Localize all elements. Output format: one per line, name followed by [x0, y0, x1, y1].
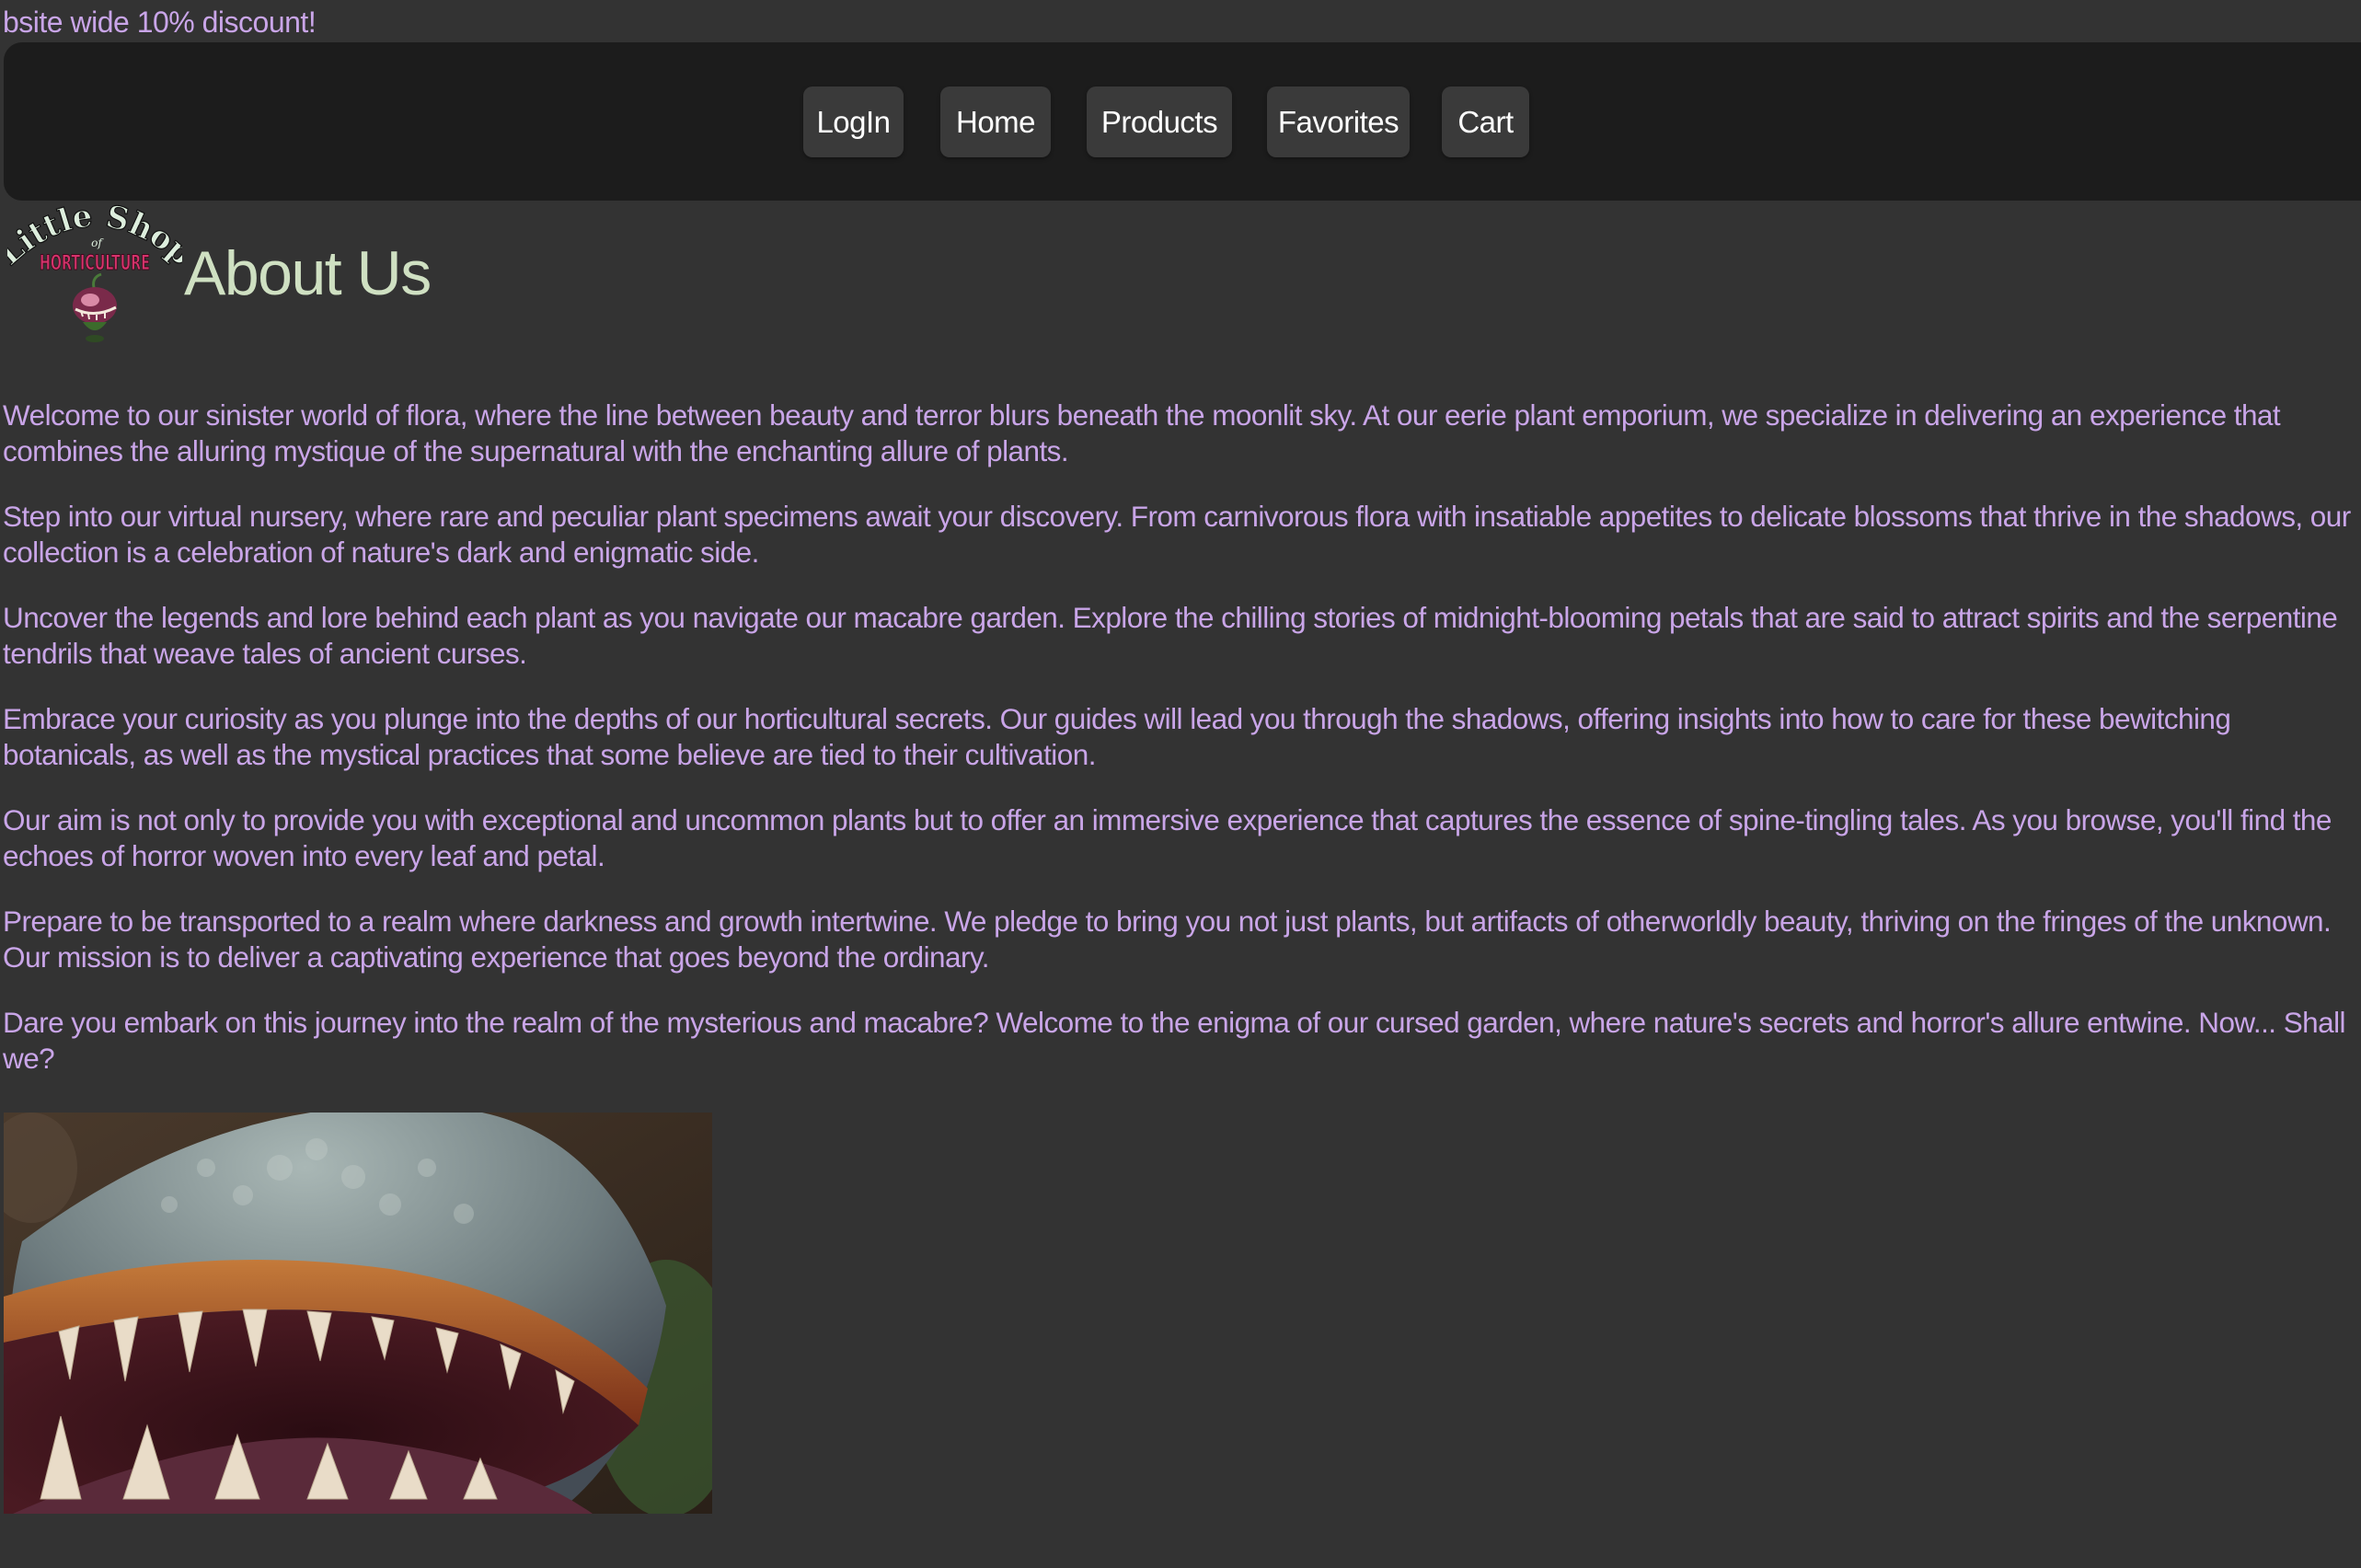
page-title: About Us: [184, 238, 432, 308]
about-paragraph: Uncover the legends and lore behind each…: [3, 601, 2338, 670]
page: bsite wide 10% discount! LogIn Home Prod…: [0, 0, 2361, 1568]
logo-plant-pod-icon: [73, 272, 117, 342]
shop-logo-icon[interactable]: Little Shop of HORTICULTURE: [0, 197, 201, 350]
nav-favorites-button[interactable]: Favorites: [1267, 86, 1410, 157]
about-paragraph: Embrace your curiosity as you plunge int…: [3, 702, 2231, 771]
carnivorous-plant-photo-icon: [4, 1113, 712, 1514]
nav-cart-button[interactable]: Cart: [1442, 86, 1529, 157]
nav-home-button[interactable]: Home: [940, 86, 1051, 157]
logo-text-of: of: [91, 236, 104, 249]
plant-mouth-image: [4, 1113, 712, 1514]
about-paragraph: Dare you embark on this journey into the…: [3, 1006, 2346, 1075]
discount-banner: bsite wide 10% discount!: [3, 6, 317, 39]
about-paragraph: Step into our virtual nursery, where rar…: [3, 500, 2351, 569]
nav-login-button[interactable]: LogIn: [803, 86, 904, 157]
about-paragraph: Our aim is not only to provide you with …: [3, 803, 2332, 872]
navbar: LogIn Home Products Favorites Cart: [4, 42, 2361, 201]
nav-products-button[interactable]: Products: [1087, 86, 1232, 157]
about-paragraph: Prepare to be transported to a realm whe…: [3, 905, 2332, 974]
about-paragraph: Welcome to our sinister world of flora, …: [3, 398, 2281, 467]
about-content: Welcome to our sinister world of flora, …: [3, 398, 2356, 1106]
logo-text-horticulture: HORTICULTURE: [40, 252, 150, 275]
